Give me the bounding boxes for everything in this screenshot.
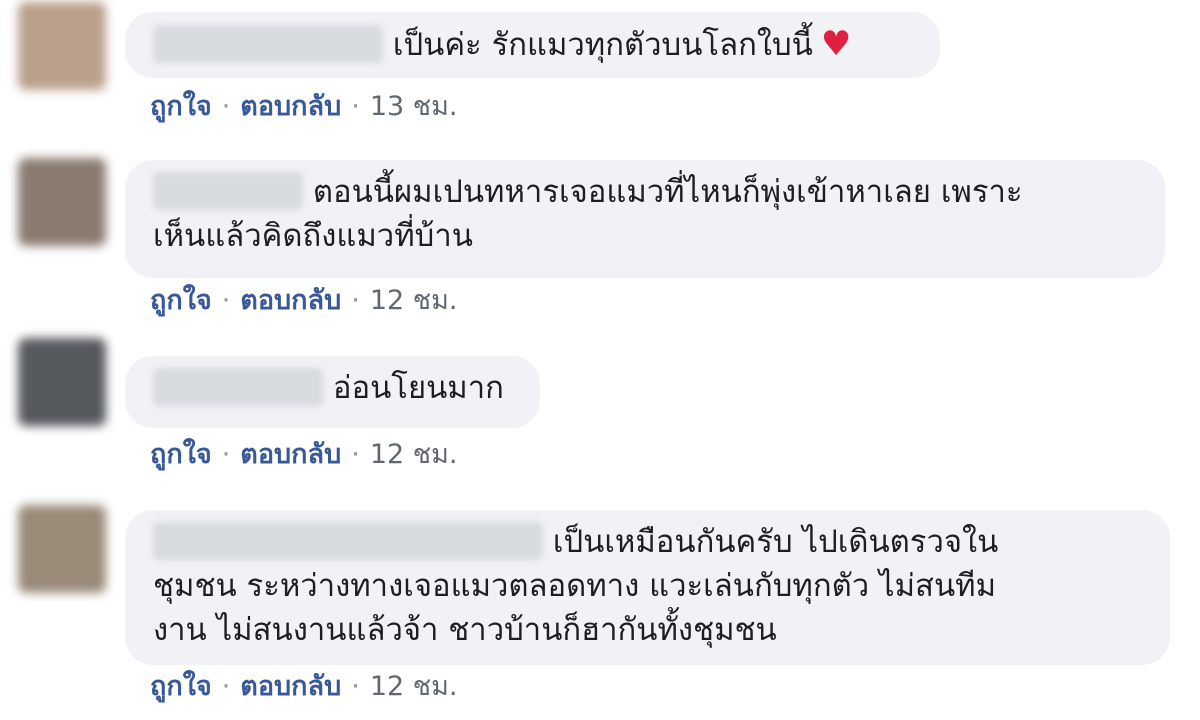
separator-dot: · bbox=[221, 285, 231, 316]
comment-text-line: งาน ไม่สนงานแล้วจ้า ชาวบ้านก็ฮากันทั้งชุ… bbox=[153, 612, 777, 648]
comment-text-line: เป็นเหมือนกันครับ ไปเดินตรวจใน bbox=[552, 524, 999, 560]
commenter-avatar[interactable] bbox=[18, 2, 106, 90]
separator-dot: · bbox=[351, 439, 360, 470]
commenter-avatar[interactable] bbox=[18, 505, 106, 593]
separator-dot: · bbox=[221, 671, 231, 702]
comment-actions: ถูกใจ · ตอบกลับ · 12 ชม. bbox=[150, 438, 457, 472]
comment-timestamp[interactable]: 12 ชม. bbox=[370, 671, 458, 702]
comment-bubble: เป็นเหมือนกันครับ ไปเดินตรวจใน ชุมชน ระห… bbox=[125, 510, 1170, 665]
like-link[interactable]: ถูกใจ bbox=[150, 671, 212, 702]
comment-text-line: ชุมชน ระหว่างทางเจอแมวตลอดทาง แวะเล่นกับ… bbox=[153, 568, 997, 604]
reply-link[interactable]: ตอบกลับ bbox=[240, 91, 341, 122]
comment-timestamp[interactable]: 13 ชม. bbox=[370, 91, 458, 122]
commenter-name-redacted[interactable] bbox=[153, 522, 543, 560]
comment-timestamp[interactable]: 12 ชม. bbox=[370, 285, 458, 316]
comment-timestamp[interactable]: 12 ชม. bbox=[370, 439, 458, 470]
separator-dot: · bbox=[221, 439, 231, 470]
like-link[interactable]: ถูกใจ bbox=[150, 91, 212, 122]
separator-dot: · bbox=[351, 671, 360, 702]
comment-actions: ถูกใจ · ตอบกลับ · 12 ชม. bbox=[150, 284, 457, 318]
heart-emoji: ♥ bbox=[820, 24, 852, 64]
separator-dot: · bbox=[221, 91, 231, 122]
comment-actions: ถูกใจ · ตอบกลับ · 12 ชม. bbox=[150, 670, 457, 704]
commenter-name-redacted[interactable] bbox=[153, 172, 303, 210]
commenter-name-redacted[interactable] bbox=[153, 368, 323, 406]
comment-text-line: ตอนนี้ผมเปนทหารเจอแมวที่ไหนก็พุ่งเข้าหาเ… bbox=[312, 174, 1023, 210]
comment-text: อ่อนโยนมาก bbox=[332, 370, 504, 406]
comment-text-line: เห็นแล้วคิดถึงแมวที่บ้าน bbox=[153, 218, 473, 254]
comment-actions: ถูกใจ · ตอบกลับ · 13 ชม. bbox=[150, 90, 457, 124]
like-link[interactable]: ถูกใจ bbox=[150, 285, 212, 316]
reply-link[interactable]: ตอบกลับ bbox=[240, 285, 341, 316]
separator-dot: · bbox=[351, 91, 360, 122]
like-link[interactable]: ถูกใจ bbox=[150, 439, 212, 470]
reply-link[interactable]: ตอบกลับ bbox=[240, 671, 341, 702]
comment-bubble: อ่อนโยนมาก bbox=[125, 356, 540, 428]
commenter-avatar[interactable] bbox=[18, 158, 106, 246]
commenter-name-redacted[interactable] bbox=[153, 25, 383, 63]
commenter-avatar[interactable] bbox=[18, 338, 106, 426]
comment-bubble: เป็นค่ะ รักแมวทุกตัวบนโลกใบนี้ ♥ bbox=[125, 12, 940, 78]
separator-dot: · bbox=[351, 285, 360, 316]
comment-bubble: ตอนนี้ผมเปนทหารเจอแมวที่ไหนก็พุ่งเข้าหาเ… bbox=[125, 160, 1165, 278]
reply-link[interactable]: ตอบกลับ bbox=[240, 439, 341, 470]
comment-text: เป็นค่ะ รักแมวทุกตัวบนโลกใบนี้ bbox=[392, 27, 813, 63]
